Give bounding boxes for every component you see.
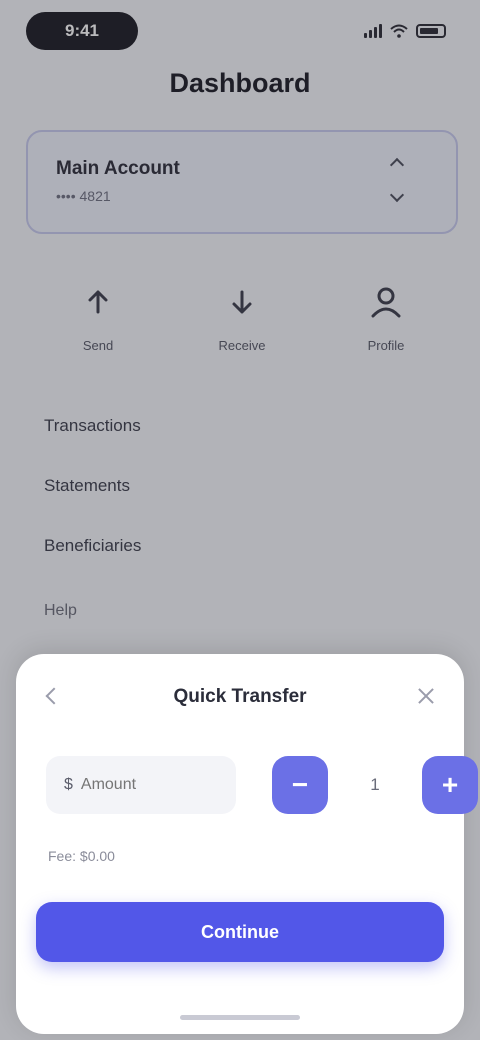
continue-button[interactable]: Continue: [36, 902, 444, 962]
increment-button[interactable]: +: [422, 756, 478, 814]
close-icon[interactable]: [414, 684, 438, 708]
sheet-title: Quick Transfer: [173, 686, 307, 707]
fee-note: Fee: $0.00: [48, 848, 115, 864]
currency-symbol: $: [64, 776, 73, 793]
home-indicator: [180, 1015, 300, 1020]
amount-row: $ − 1 +: [46, 756, 478, 814]
stepper-value: 1: [370, 775, 380, 794]
quick-transfer-sheet: Quick Transfer $ − 1 + Fee: $0.00 Contin…: [16, 654, 478, 1034]
decrement-button[interactable]: −: [272, 756, 328, 814]
amount-input[interactable]: [80, 776, 201, 794]
amount-field[interactable]: $: [46, 756, 236, 814]
